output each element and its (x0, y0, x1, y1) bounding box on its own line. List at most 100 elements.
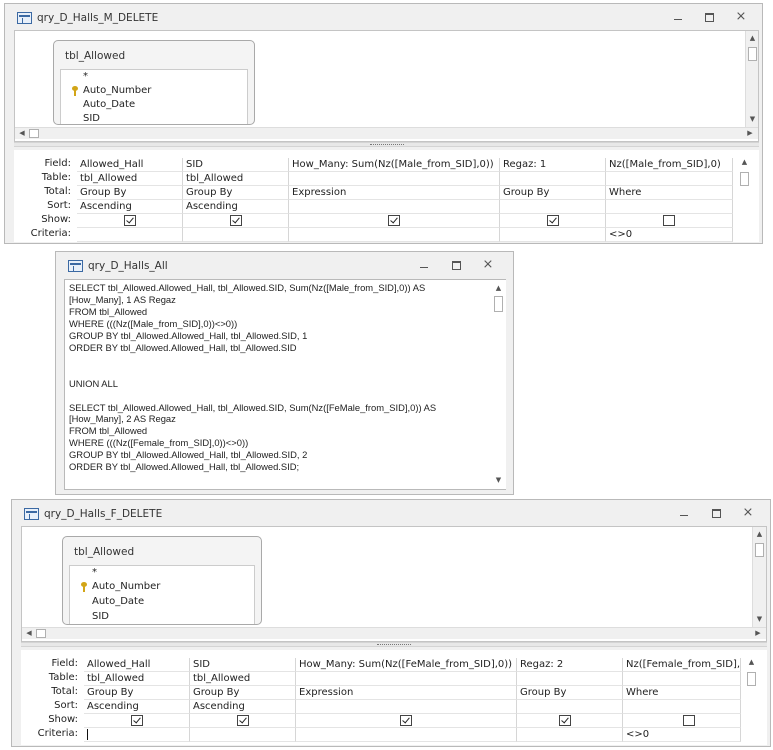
table-cell[interactable]: tbl_Allowed (190, 672, 296, 686)
table-cell[interactable] (623, 672, 741, 686)
criteria-cell[interactable]: <>0 (623, 728, 741, 742)
show-checkbox[interactable] (547, 215, 559, 226)
field-item[interactable]: * (83, 71, 88, 82)
criteria-cell[interactable] (77, 228, 183, 242)
scroll-left-icon[interactable]: ◀ (23, 628, 35, 639)
close-icon[interactable]: ⨯ (478, 258, 498, 272)
field-item[interactable]: Auto_Date (83, 99, 135, 110)
table-cell[interactable] (289, 172, 500, 186)
field-item[interactable]: * (92, 567, 97, 578)
total-cell[interactable]: Group By (190, 686, 296, 700)
sort-cell[interactable] (623, 700, 741, 714)
show-checkbox[interactable] (131, 715, 143, 726)
scroll-thumb[interactable] (748, 47, 757, 61)
minimize-icon[interactable] (674, 506, 694, 520)
maximize-icon[interactable] (446, 258, 466, 272)
close-icon[interactable]: ⨯ (731, 10, 751, 24)
design-pane-hscroll[interactable]: ◀ ▶ (15, 127, 758, 139)
field-item[interactable]: SID (83, 113, 100, 124)
scroll-down-icon[interactable]: ▼ (746, 113, 758, 125)
sort-cell[interactable] (289, 200, 500, 214)
sort-cell[interactable] (606, 200, 733, 214)
field-cell[interactable]: Nz([Female_from_SID],0) (623, 658, 741, 672)
close-icon[interactable]: ⨯ (738, 506, 758, 520)
total-cell[interactable]: Group By (84, 686, 190, 700)
field-item[interactable]: Auto_Number (83, 85, 151, 96)
table-cell[interactable] (296, 672, 517, 686)
criteria-cell[interactable] (500, 228, 606, 242)
criteria-cell[interactable]: <>0 (606, 228, 733, 242)
sort-cell[interactable] (500, 200, 606, 214)
sort-cell[interactable] (517, 700, 623, 714)
field-cell[interactable]: How_Many: Sum(Nz([Male_from_SID],0)) (289, 158, 500, 172)
field-cell[interactable]: SID (183, 158, 289, 172)
field-cell[interactable]: Regaz: 1 (500, 158, 606, 172)
field-list-tbl-allowed[interactable]: tbl_Allowed * Auto_Number Auto_Date SID (53, 40, 255, 125)
maximize-icon[interactable] (699, 10, 719, 24)
criteria-cell[interactable] (190, 728, 296, 742)
title-bar[interactable]: qry_D_Halls_M_DELETE ⨯ (5, 4, 762, 32)
total-cell[interactable]: Group By (500, 186, 606, 200)
field-cell[interactable]: Allowed_Hall (77, 158, 183, 172)
grid-vscroll[interactable]: ▲ (738, 154, 752, 242)
total-cell[interactable]: Expression (296, 686, 517, 700)
total-cell[interactable]: Group By (517, 686, 623, 700)
scroll-left-icon[interactable]: ◀ (16, 128, 28, 139)
minimize-icon[interactable] (414, 258, 434, 272)
show-checkbox[interactable] (230, 215, 242, 226)
pane-splitter[interactable] (21, 642, 767, 647)
criteria-cell[interactable] (84, 728, 190, 742)
criteria-cell[interactable] (183, 228, 289, 242)
scroll-right-icon[interactable]: ▶ (744, 128, 756, 139)
field-cell[interactable]: SID (190, 658, 296, 672)
show-checkbox[interactable] (683, 715, 695, 726)
scroll-thumb[interactable] (747, 672, 756, 686)
total-cell[interactable]: Expression (289, 186, 500, 200)
show-checkbox[interactable] (124, 215, 136, 226)
table-cell[interactable]: tbl_Allowed (84, 672, 190, 686)
table-cell[interactable] (517, 672, 623, 686)
sort-cell[interactable]: Ascending (84, 700, 190, 714)
field-list-tbl-allowed[interactable]: tbl_Allowed * Auto_Number Auto_Date SID (62, 536, 262, 625)
field-cell[interactable]: Allowed_Hall (84, 658, 190, 672)
scroll-right-icon[interactable]: ▶ (752, 628, 764, 639)
design-pane-vscroll[interactable]: ▲ ▼ (745, 31, 758, 127)
scroll-down-icon[interactable]: ▼ (753, 613, 766, 625)
field-cell[interactable]: Regaz: 2 (517, 658, 623, 672)
sql-vscroll[interactable]: ▲ ▼ (492, 280, 506, 489)
maximize-icon[interactable] (706, 506, 726, 520)
design-pane-vscroll[interactable]: ▲ ▼ (752, 527, 766, 627)
minimize-icon[interactable] (668, 10, 688, 24)
field-cell[interactable]: Nz([Male_from_SID],0) (606, 158, 733, 172)
sort-cell[interactable]: Ascending (183, 200, 289, 214)
table-cell[interactable] (606, 172, 733, 186)
total-cell[interactable]: Group By (183, 186, 289, 200)
scroll-down-icon[interactable]: ▼ (492, 474, 505, 486)
sort-cell[interactable]: Ascending (77, 200, 183, 214)
table-cell[interactable]: tbl_Allowed (77, 172, 183, 186)
query-window-f-delete[interactable]: qry_D_Halls_F_DELETE ⨯ tbl_Allowed * Aut… (11, 499, 771, 747)
scroll-up-icon[interactable]: ▲ (745, 656, 758, 668)
sort-cell[interactable] (296, 700, 517, 714)
query-window-m-delete[interactable]: qry_D_Halls_M_DELETE ⨯ tbl_Allowed * Aut… (4, 3, 763, 244)
table-cell[interactable]: tbl_Allowed (183, 172, 289, 186)
scroll-up-icon[interactable]: ▲ (738, 156, 751, 168)
field-item[interactable]: Auto_Date (92, 596, 144, 607)
criteria-cell[interactable] (296, 728, 517, 742)
scroll-up-icon[interactable]: ▲ (492, 282, 505, 294)
scroll-thumb[interactable] (755, 543, 764, 557)
scroll-up-icon[interactable]: ▲ (753, 528, 766, 540)
show-checkbox[interactable] (559, 715, 571, 726)
total-cell[interactable]: Where (623, 686, 741, 700)
sql-editor[interactable]: SELECT tbl_Allowed.Allowed_Hall, tbl_All… (64, 279, 506, 490)
show-checkbox[interactable] (237, 715, 249, 726)
title-bar[interactable]: qry_D_Halls_F_DELETE ⨯ (12, 500, 770, 528)
title-bar[interactable]: qry_D_Halls_All ⨯ (56, 252, 513, 280)
field-item[interactable]: Auto_Number (92, 581, 160, 592)
scroll-up-icon[interactable]: ▲ (746, 32, 758, 44)
total-cell[interactable]: Where (606, 186, 733, 200)
pane-splitter[interactable] (14, 142, 759, 147)
field-item[interactable]: SID (92, 611, 109, 622)
scroll-thumb[interactable] (740, 172, 749, 186)
scroll-thumb[interactable] (494, 296, 503, 312)
